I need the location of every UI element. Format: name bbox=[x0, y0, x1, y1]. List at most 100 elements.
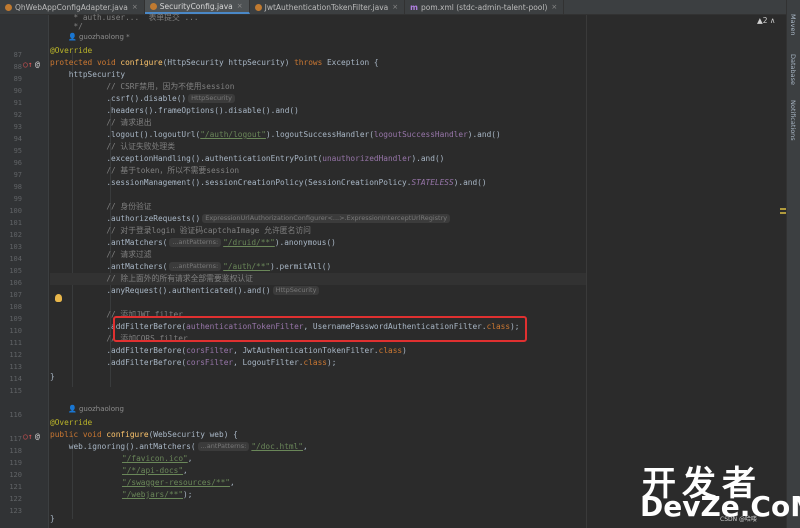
code-text: (HttpSecurity httpSecurity) bbox=[162, 58, 295, 67]
annotation-marker-icon[interactable]: @ bbox=[35, 60, 40, 69]
line-number: 108 bbox=[9, 303, 22, 311]
code-comment: // 请求过滤 bbox=[50, 250, 152, 259]
line-number: 90 bbox=[13, 87, 22, 95]
tab-label: JwtAuthenticationTokenFilter.java bbox=[264, 2, 389, 12]
keyword: class bbox=[303, 358, 327, 367]
string-literal: "/swagger-resources/**" bbox=[122, 478, 230, 487]
close-icon[interactable]: × bbox=[237, 2, 243, 10]
param-hint: ...antPatterns: bbox=[169, 262, 222, 271]
line-number: 118 bbox=[9, 447, 22, 455]
notifications-tool-button[interactable]: Notifications bbox=[789, 100, 797, 141]
code-text: ).anonymous() bbox=[274, 238, 336, 247]
code-line: .exceptionHandling().authenticationEntry… bbox=[50, 153, 444, 165]
line-number: 91 bbox=[13, 99, 22, 107]
line-number: 115 bbox=[9, 387, 22, 395]
code-text: .sessionManagement().sessionCreationPoli… bbox=[50, 178, 412, 187]
scrollbar-warning-mark[interactable] bbox=[780, 212, 786, 214]
code-line: } bbox=[50, 372, 55, 381]
type-hint: ExpressionUrlAuthorizationConfigurer<...… bbox=[202, 214, 451, 223]
line-number: 113 bbox=[9, 363, 22, 371]
inspection-warning-indicator[interactable]: ▲2 ∧ bbox=[757, 16, 775, 25]
code-line: public void configure(WebSecurity web) { bbox=[50, 429, 238, 441]
code-text: .authorizeRequests() bbox=[50, 214, 201, 223]
line-number: 99 bbox=[13, 195, 22, 203]
code-comment: // 认证失败处理类 bbox=[50, 142, 175, 151]
annotation: @Override bbox=[50, 418, 93, 427]
code-line: .sessionManagement().sessionCreationPoli… bbox=[50, 177, 487, 189]
code-text: (WebSecurity web) { bbox=[148, 430, 238, 439]
type-hint: HttpSecurity bbox=[188, 94, 235, 103]
code-line: .authorizeRequests() ExpressionUrlAuthori… bbox=[50, 213, 452, 225]
annotation: @Override bbox=[50, 46, 93, 55]
line-number-gutter: 87 88 89 90 91 92 93 94 95 96 97 98 99 1… bbox=[0, 15, 49, 528]
author-name: guozhaolong bbox=[78, 405, 124, 413]
code-comment: // 基于token，所以不需要session bbox=[50, 166, 240, 175]
field-ref: logoutSuccessHandler bbox=[373, 130, 468, 139]
line-number: 117 bbox=[9, 435, 22, 443]
line-number: 89 bbox=[13, 75, 22, 83]
line-number: 97 bbox=[13, 171, 22, 179]
field-ref: corsFilter bbox=[186, 358, 234, 367]
code-line: "/swagger-resources/**", bbox=[122, 477, 235, 489]
code-text: .antMatchers( bbox=[50, 238, 168, 247]
line-number: 112 bbox=[9, 351, 22, 359]
java-class-icon bbox=[254, 3, 262, 11]
code-text: ).and() bbox=[467, 130, 501, 139]
tab-pom-xml[interactable]: m pom.xml (stdc-admin-talent-pool) × bbox=[405, 0, 565, 14]
code-text: .logout().logoutUrl( bbox=[50, 130, 201, 139]
annotation-marker-icon[interactable]: @ bbox=[35, 432, 40, 441]
code-text: ); bbox=[327, 358, 337, 367]
enum-constant: STATELESS bbox=[411, 178, 454, 187]
line-number: 104 bbox=[9, 255, 22, 263]
string-literal: "/druid/**" bbox=[223, 238, 275, 247]
line-number: 105 bbox=[9, 267, 22, 275]
param-hint: ...antPatterns: bbox=[197, 442, 250, 451]
code-line: @Override bbox=[50, 45, 92, 57]
line-number: 114 bbox=[9, 375, 22, 383]
line-number: 98 bbox=[13, 183, 22, 191]
code-line: .addFilterBefore(corsFilter, LogoutFilte… bbox=[50, 357, 336, 369]
line-number: 116 bbox=[9, 411, 22, 419]
line-number: 107 bbox=[9, 291, 22, 299]
code-text: , LogoutFilter. bbox=[233, 358, 304, 367]
close-icon[interactable]: × bbox=[132, 3, 138, 11]
string-literal: "/doc.html" bbox=[251, 442, 303, 451]
code-line: .anyRequest().authenticated().and() HttpS… bbox=[50, 285, 321, 297]
code-text: .addFilterBefore( bbox=[50, 346, 187, 355]
code-text: ).logoutSuccessHandler( bbox=[265, 130, 374, 139]
code-text: ).and() bbox=[453, 178, 487, 187]
code-line: .csrf().disable() HttpSecurity bbox=[50, 93, 237, 105]
code-editor[interactable]: * auth.user... 表单提交 ... */ 👤 guozhaolong… bbox=[50, 13, 786, 528]
override-marker-icon[interactable]: ○↑ bbox=[23, 60, 33, 69]
code-text: .anyRequest().authenticated().and() bbox=[50, 286, 271, 295]
line-number: 96 bbox=[13, 159, 22, 167]
author-hint: 👤 guozhaolong * bbox=[68, 33, 130, 41]
code-line: "/webjars/**"); bbox=[122, 489, 192, 501]
override-marker-icon[interactable]: ○↑ bbox=[23, 432, 33, 441]
tab-jwtauthenticationtokenfilter[interactable]: JwtAuthenticationTokenFilter.java × bbox=[250, 0, 406, 14]
keyword: protected void bbox=[50, 58, 121, 67]
code-comment: // 对于登录login 验证码captchaImage 允许匿名访问 bbox=[50, 226, 311, 235]
close-icon[interactable]: × bbox=[551, 3, 557, 11]
code-line: .headers().frameOptions().disable().and(… bbox=[50, 106, 299, 115]
line-number: 109 bbox=[9, 315, 22, 323]
line-number: 101 bbox=[9, 219, 22, 227]
code-text: ) bbox=[402, 346, 407, 355]
watermark-credit: CSDN @哈喽 bbox=[720, 516, 758, 523]
code-line: .addFilterBefore(corsFilter, JwtAuthenti… bbox=[50, 345, 407, 357]
right-margin-guide bbox=[586, 15, 587, 528]
code-text: ); bbox=[183, 490, 193, 499]
scrollbar-warning-mark[interactable] bbox=[780, 208, 786, 210]
right-tool-strip: Maven Database Notifications bbox=[786, 0, 800, 528]
string-literal: "/webjars/**" bbox=[122, 490, 184, 499]
watermark: 开发者 DevZe.CoM CSDN @哈喽 bbox=[640, 456, 800, 526]
code-text: , JwtAuthenticationTokenFilter. bbox=[233, 346, 379, 355]
maven-tool-button[interactable]: Maven bbox=[789, 14, 797, 36]
close-icon[interactable]: × bbox=[392, 3, 398, 11]
database-tool-button[interactable]: Database bbox=[789, 54, 797, 85]
code-line: .logout().logoutUrl("/auth/logout").logo… bbox=[50, 129, 501, 141]
method-name: configure bbox=[106, 430, 149, 439]
code-text: .exceptionHandling().authenticationEntry… bbox=[50, 154, 323, 163]
code-line: @Override bbox=[50, 417, 92, 429]
line-number: 111 bbox=[9, 339, 22, 347]
